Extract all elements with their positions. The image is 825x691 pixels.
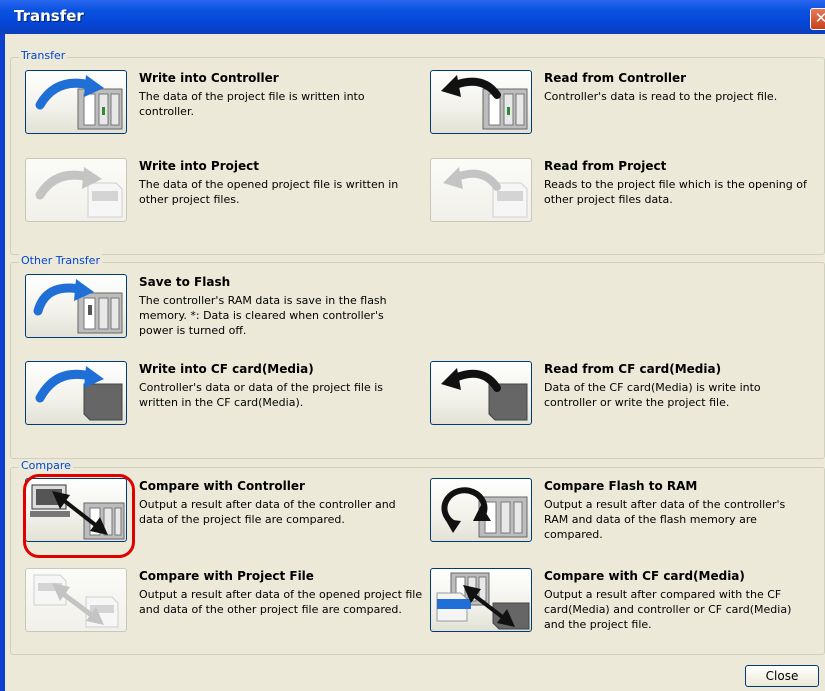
write-into-controller-button[interactable] (25, 70, 127, 134)
write-into-cf-card-button[interactable] (25, 361, 127, 425)
read-from-project-desc: Reads to the project file which is the o… (544, 178, 807, 206)
read-from-cf-card-button[interactable] (430, 361, 532, 425)
write-cf-card-icon (35, 366, 123, 421)
compare-project-icon (33, 574, 119, 628)
write-into-project-desc: The data of the opened project file is w… (139, 178, 399, 206)
save-to-flash-title: Save to Flash (139, 275, 231, 289)
compare-with-project-file-title: Compare with Project File (139, 569, 314, 583)
close-button[interactable]: Close (745, 665, 819, 687)
read-from-cf-card-desc: Data of the CF card(Media) is write into… (544, 381, 761, 409)
write-controller-icon (35, 75, 123, 130)
read-controller-icon (441, 75, 528, 130)
write-into-project-title: Write into Project (139, 159, 259, 173)
group-transfer-label: Transfer (19, 49, 68, 62)
group-transfer: Transfer (10, 49, 825, 255)
compare-with-project-file-desc: Output a result after data of the opened… (139, 588, 423, 616)
window-title: Transfer (14, 7, 84, 25)
write-into-cf-card-desc: Controller's data or data of the project… (139, 381, 384, 409)
write-into-controller-title: Write into Controller (139, 71, 279, 85)
compare-with-cf-card-title: Compare with CF card(Media) (544, 569, 745, 583)
group-other-transfer: Other Transfer (10, 254, 825, 459)
compare-with-cf-card-button[interactable] (430, 568, 532, 632)
dialog-client-area: Transfer Other Transfer Compare Write in… (5, 34, 825, 691)
read-from-project-button[interactable] (430, 158, 532, 222)
read-cf-card-icon (441, 368, 528, 421)
compare-with-project-file-button[interactable] (25, 568, 127, 632)
read-from-controller-desc: Controller's data is read to the project… (544, 90, 778, 103)
compare-cf-card-icon (436, 572, 530, 630)
write-into-project-button[interactable] (25, 158, 127, 222)
compare-with-controller-desc: Output a result after data of the contro… (139, 498, 396, 526)
compare-with-controller-title: Compare with Controller (139, 479, 305, 493)
title-bar: Transfer ✕ (0, 0, 825, 34)
window-close-icon[interactable]: ✕ (810, 8, 825, 30)
read-project-icon (443, 167, 528, 218)
save-to-flash-button[interactable] (25, 274, 127, 338)
read-from-controller-title: Read from Controller (544, 71, 687, 85)
compare-flash-icon (441, 487, 528, 538)
write-project-icon (35, 167, 123, 218)
write-into-controller-desc: The data of the project file is written … (139, 90, 365, 118)
highlight-annotation (23, 474, 135, 558)
save-to-flash-desc: The controller's RAM data is save in the… (139, 294, 387, 337)
compare-flash-to-ram-title: Compare Flash to RAM (544, 479, 698, 493)
group-compare-label: Compare (19, 459, 73, 472)
read-from-cf-card-title: Read from CF card(Media) (544, 362, 722, 376)
group-other-transfer-label: Other Transfer (19, 254, 102, 267)
read-from-controller-button[interactable] (430, 70, 532, 134)
save-flash-icon (33, 279, 123, 334)
transfer-dialog: Transfer ✕ Transfer Other Transfer Compa… (0, 0, 825, 691)
compare-with-cf-card-desc: Output a result after compared with the … (544, 588, 792, 631)
write-into-cf-card-title: Write into CF card(Media) (139, 362, 314, 376)
compare-flash-to-ram-button[interactable] (430, 478, 532, 542)
compare-flash-to-ram-desc: Output a result after data of the contro… (544, 498, 786, 541)
read-from-project-title: Read from Project (544, 159, 667, 173)
